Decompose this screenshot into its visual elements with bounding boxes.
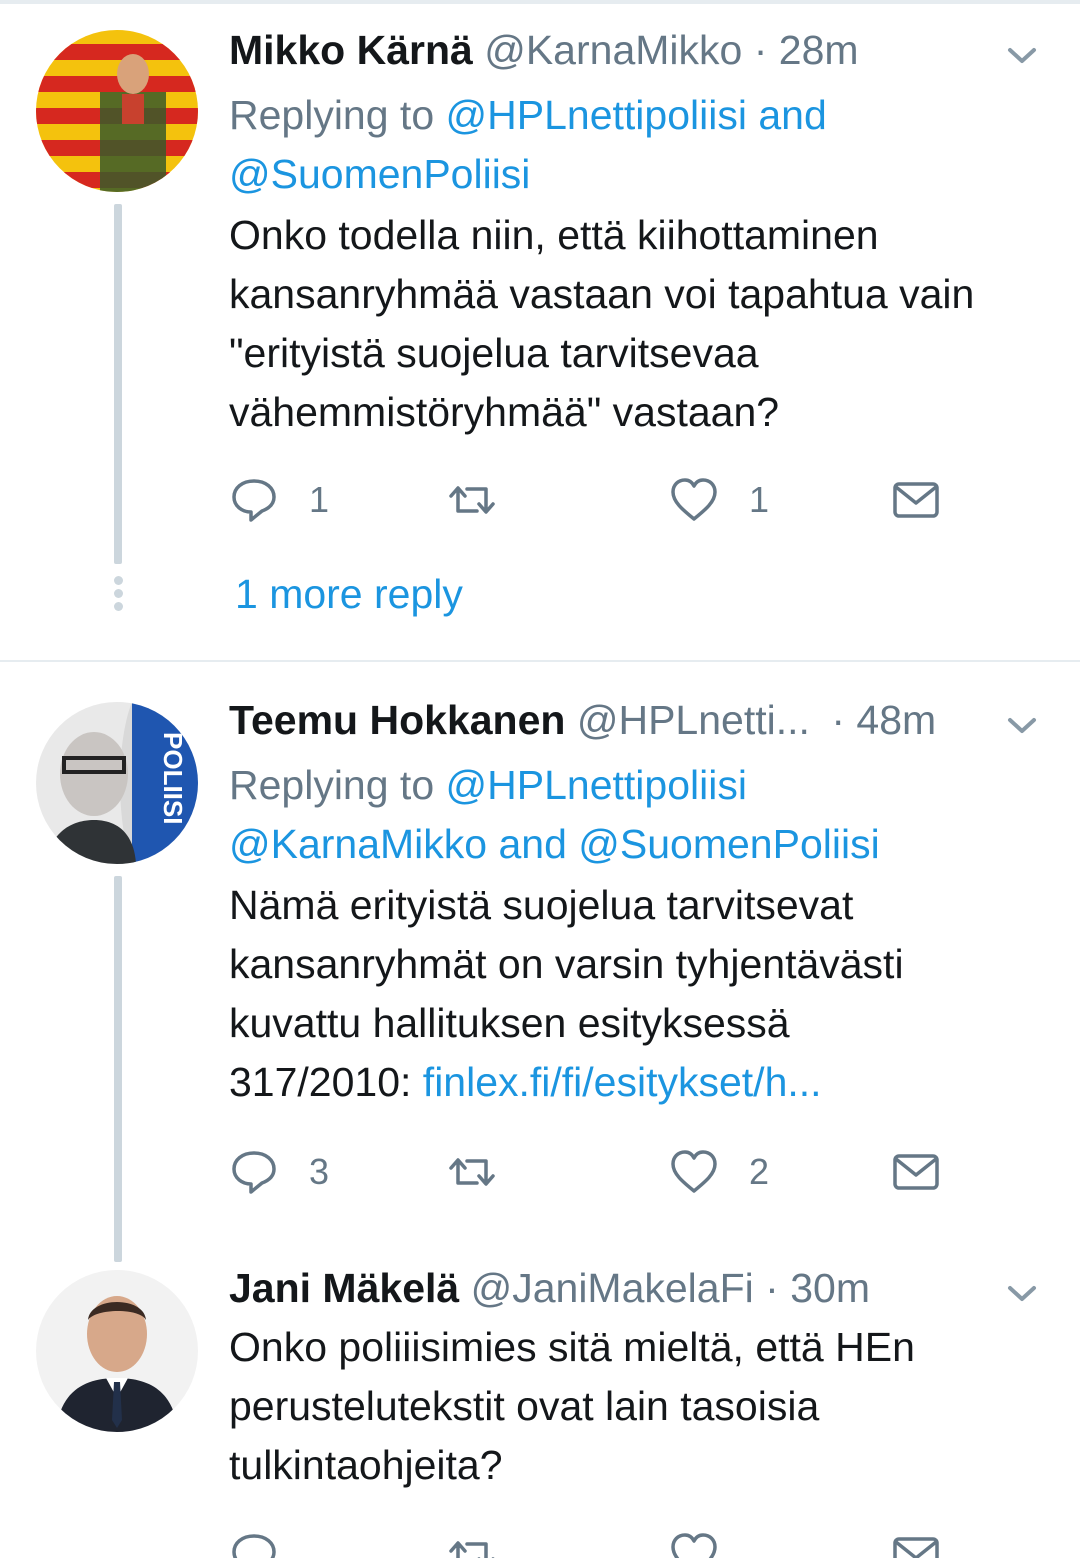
tweet-text-line: Onko todella niin, että kiihottaminen [229,212,879,258]
separator-dot: · [765,1265,779,1311]
reply-button[interactable]: 1 [229,470,329,530]
direct-message-icon [893,482,939,518]
separator-dot: · [831,697,845,743]
reply-icon [232,479,276,522]
like-icon [671,478,717,521]
reply-icon [232,1534,276,1558]
thread-line [114,204,122,564]
tweet-text-line: perustelutekstit ovat lain tasoisia [229,1383,820,1429]
like-icon [671,1533,717,1558]
direct-message-button[interactable] [891,470,941,530]
tweet-text-line: tulkintaohjeita? [229,1442,503,1488]
reply-count: 1 [309,479,330,520]
tweet-text-line: kansanryhmää vastaan voi tapahtua vain [229,271,975,317]
direct-message-icon [893,1154,939,1190]
reply-count: 3 [309,1151,330,1192]
tweet-text: Onko poliiisimies sitä mieltä, että HEn … [229,1318,1059,1495]
tweet-header: Teemu Hokkanen @HPLnetti... · 48m [229,690,1040,750]
tweet-actions: 1 1 [229,470,989,530]
tweet-text-line: Nämä erityistä suojelua tarvitsevat [229,882,854,928]
tweet-time[interactable]: 28m [779,27,859,73]
retweet-button[interactable] [447,1142,527,1202]
tweet-1[interactable]: Mikko Kärnä @KarnaMikko · 28m Replying t… [0,0,1080,660]
tweet-actions: 3 2 [229,1142,989,1202]
author-name[interactable]: Teemu Hokkanen [229,697,565,743]
avatar-teemu[interactable]: POLIISI [36,702,198,864]
avatar-mikko[interactable] [36,30,198,192]
more-replies-dots [111,576,125,615]
tweet-time[interactable]: 48m [856,697,936,743]
like-button[interactable] [669,1530,719,1558]
replying-to-prefix: Replying to [229,92,435,138]
tweet-header: Jani Mäkelä @JaniMakelaFi · 30m [229,1258,1040,1318]
author-name[interactable]: Mikko Kärnä [229,27,473,73]
replying-to-prefix: Replying to [229,762,435,808]
reply-button[interactable]: 3 [229,1142,329,1202]
tweet-header: Mikko Kärnä @KarnaMikko · 28m [229,20,1040,80]
replying-to: Replying to @HPLnettipoliisi and @Suomen… [229,86,1049,204]
tweet-text-line: kansanryhmät on varsin tyhjentävästi [229,941,904,987]
reply-icon [232,1151,276,1194]
tweet-text: Onko todella niin, että kiihottaminen ka… [229,206,1059,442]
author-handle[interactable]: @JaniMakelaFi [471,1265,754,1311]
tweet-text-line: kuvattu hallituksen esityksessä [229,1000,790,1046]
retweet-icon [449,1541,495,1558]
like-button[interactable]: 2 [669,1142,769,1202]
avatar-jani[interactable] [36,1270,198,1432]
reply-button[interactable] [229,1530,279,1558]
tweet-text-prefix: 317/2010: [229,1059,423,1105]
direct-message-button[interactable] [891,1142,941,1202]
retweet-icon [449,486,495,514]
retweet-icon [449,1158,495,1186]
replying-to: Replying to @HPLnettipoliisi @KarnaMikko… [229,756,1049,874]
separator-dot: · [753,27,768,73]
tweet-2[interactable]: POLIISI Teemu Hokkanen @HPLnetti... · 48… [0,662,1080,1262]
like-count: 2 [749,1151,770,1192]
thread-line [114,876,122,1262]
tweet-text-line: Onko poliiisimies sitä mieltä, että HEn [229,1324,915,1370]
chevron-down-icon[interactable] [1004,40,1040,70]
direct-message-icon [893,1537,939,1558]
author-handle[interactable]: @KarnaMikko [484,27,742,73]
direct-message-button[interactable] [891,1530,941,1558]
like-button[interactable]: 1 [669,470,769,530]
chevron-down-icon[interactable] [1004,1278,1040,1308]
tweet-time[interactable]: 30m [790,1265,870,1311]
tweet-text-line: "erityistä suojelua tarvitsevaa [229,330,759,376]
tweet-text: Nämä erityistä suojelua tarvitsevat kans… [229,876,1059,1112]
tweet-text-line-last: 317/2010: finlex.fi/fi/esitykset/h... [229,1053,1059,1112]
retweet-button[interactable] [447,470,527,530]
tweet-3[interactable]: Jani Mäkelä @JaniMakelaFi · 30m Onko pol… [0,1262,1080,1558]
author-handle[interactable]: @HPLnetti... [577,697,810,743]
replying-to-mentions-1[interactable]: @HPLnettipoliisi [446,762,747,808]
author-name[interactable]: Jani Mäkelä [229,1265,459,1311]
replying-to-mentions-2[interactable]: @KarnaMikko and @SuomenPoliisi [229,821,880,867]
chevron-down-icon[interactable] [1004,710,1040,740]
like-icon [671,1150,717,1193]
replying-to-mentions-2[interactable]: @SuomenPoliisi [229,151,530,197]
like-count: 1 [749,479,770,520]
tweet-actions [229,1530,989,1558]
svg-text:POLIISI: POLIISI [158,732,188,824]
retweet-button[interactable] [447,1530,497,1558]
tweet-text-line: vähemmistöryhmää" vastaan? [229,389,780,435]
replying-to-mentions-1[interactable]: @HPLnettipoliisi and [446,92,827,138]
tweet-link[interactable]: finlex.fi/fi/esitykset/h... [423,1059,822,1105]
more-replies-link[interactable]: 1 more reply [235,564,463,624]
